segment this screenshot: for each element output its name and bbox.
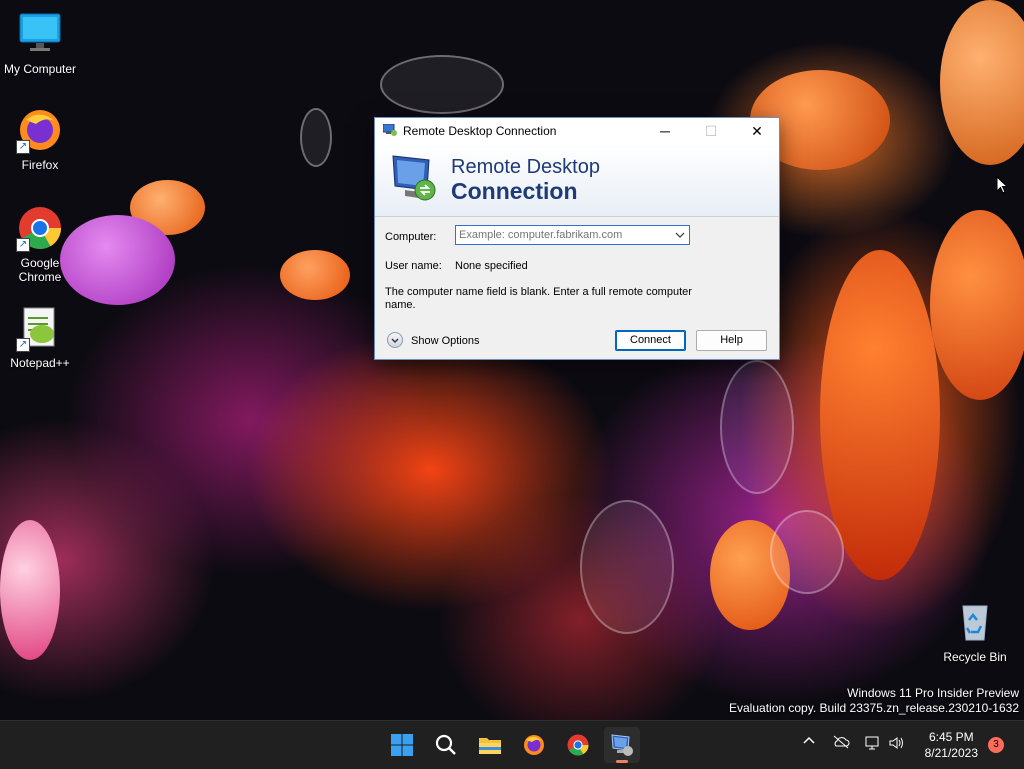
desktop-icon-label: Google Chrome	[18, 256, 62, 284]
start-icon	[391, 734, 413, 756]
chrome-icon	[567, 734, 589, 756]
clock-time: 6:45 PM	[928, 730, 974, 744]
file-explorer-icon	[479, 738, 501, 754]
computer-combobox[interactable]	[455, 225, 690, 245]
desktop-wallpaper	[0, 0, 1024, 720]
volume-tray-button[interactable]	[888, 735, 904, 754]
notification-badge[interactable]: 3	[988, 737, 1004, 753]
show-options-label: Show Options	[411, 335, 480, 347]
network-icon	[865, 736, 879, 750]
remote-desktop-taskbar-button[interactable]	[604, 727, 640, 763]
start-button[interactable]	[384, 727, 420, 763]
clock[interactable]: 6:45 PM 8/21/2023	[925, 729, 978, 761]
expand-chevron-icon	[387, 332, 403, 348]
firefox-icon: ↗	[16, 106, 64, 154]
desktop-icon-firefox[interactable]: ↗ Firefox	[0, 106, 80, 172]
watermark-line-1: Windows 11 Pro Insider Preview	[847, 686, 1019, 700]
desktop-icon-recycle-bin[interactable]: Recycle Bin	[935, 598, 1015, 664]
desktop-icon-notepadpp[interactable]: ↗ Notepad++	[0, 304, 80, 370]
computer-input[interactable]	[459, 227, 664, 243]
notepadpp-icon: ↗	[16, 304, 64, 352]
shortcut-arrow-icon: ↗	[16, 140, 30, 154]
volume-icon	[889, 737, 903, 749]
mouse-cursor-icon	[996, 175, 1009, 197]
dialog-titlebar[interactable]: Remote Desktop Connection ─ ☐ ✕	[375, 118, 779, 144]
chevron-down-icon[interactable]	[674, 229, 686, 241]
username-label: User name:	[385, 260, 442, 272]
firefox-taskbar-button[interactable]	[516, 727, 552, 763]
remote-desktop-icon	[611, 734, 633, 756]
onedrive-tray-button[interactable]	[832, 735, 850, 752]
desktop-icon-label: My Computer	[3, 62, 77, 76]
connect-button[interactable]: Connect	[615, 330, 686, 351]
active-indicator	[616, 760, 628, 763]
chevron-up-icon	[803, 736, 815, 744]
taskbar: 6:45 PM 8/21/2023 3	[0, 720, 1024, 769]
dialog-title: Remote Desktop Connection	[403, 124, 557, 138]
desktop-icon-label: Recycle Bin	[943, 650, 1007, 664]
cloud-off-icon	[833, 735, 850, 749]
computer-label: Computer:	[385, 231, 437, 243]
remote-desktop-icon	[382, 123, 397, 136]
username-value: None specified	[455, 260, 528, 272]
dialog-banner: Remote Desktop Connection	[375, 144, 779, 217]
chrome-icon: ↗	[16, 204, 64, 252]
clock-date: 8/21/2023	[924, 746, 978, 760]
desktop-icon-label: Notepad++	[10, 356, 70, 370]
remote-desktop-dialog: Remote Desktop Connection ─ ☐ ✕ Remote D…	[374, 117, 780, 360]
banner-line-2: Connection	[451, 178, 578, 204]
recycle-bin-icon	[951, 598, 999, 646]
help-button[interactable]: Help	[696, 330, 767, 351]
watermark-line-2: Evaluation copy. Build 23375.zn_release.…	[729, 701, 1019, 715]
banner-line-1: Remote Desktop	[451, 156, 600, 178]
search-icon	[435, 734, 456, 755]
file-explorer-button[interactable]	[472, 727, 508, 763]
desktop-icon-my-computer[interactable]: My Computer	[0, 10, 80, 76]
monitor-icon	[16, 10, 64, 58]
search-button[interactable]	[428, 727, 464, 763]
network-tray-button[interactable]	[864, 735, 880, 754]
desktop-icon-chrome[interactable]: ↗ Google Chrome	[0, 204, 80, 284]
shortcut-arrow-icon: ↗	[16, 238, 30, 252]
blank-name-message: The computer name field is blank. Enter …	[385, 286, 692, 311]
desktop-icon-label: Firefox	[21, 158, 59, 172]
firefox-icon	[524, 735, 544, 755]
maximize-button: ☐	[704, 123, 718, 139]
chrome-taskbar-button[interactable]	[560, 727, 596, 763]
minimize-button[interactable]: ─	[642, 118, 688, 144]
close-button[interactable]: ✕	[734, 118, 780, 144]
remote-desktop-monitor-icon	[389, 152, 439, 204]
shortcut-arrow-icon: ↗	[16, 338, 30, 352]
show-hidden-icons-button[interactable]	[802, 734, 816, 751]
